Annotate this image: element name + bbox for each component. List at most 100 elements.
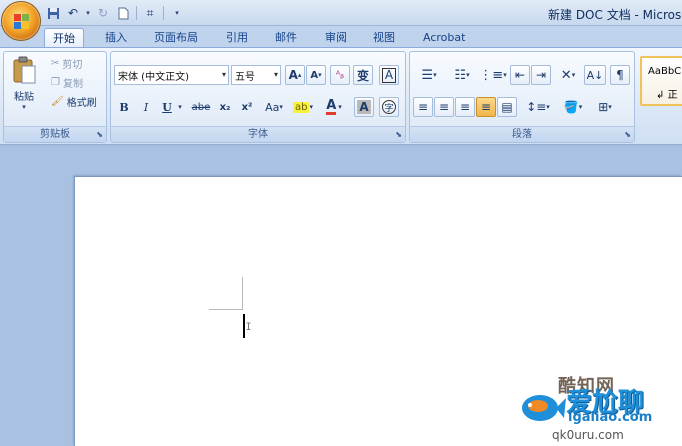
underline-button[interactable]: U [159,97,175,117]
line-spacing-button[interactable]: ↕≡ ▾ [523,97,553,117]
dialog-launcher-icon[interactable]: ⬊ [96,130,103,139]
tab-home[interactable]: 开始 [44,28,84,48]
distributed-button[interactable]: ▤ [497,97,517,117]
shrink-font-icon: A [310,69,319,81]
cut-button[interactable]: ✂ 剪切 [48,55,85,72]
tab-mailings[interactable]: 邮件 [275,28,297,48]
chevron-down-icon[interactable]: ▾ [274,66,278,84]
grow-font-button[interactable]: A ▴ [285,65,305,85]
margin-mark [242,277,243,309]
character-shading-icon: A [357,100,371,114]
shading-button[interactable]: 🪣 ▾ [558,97,588,117]
tab-references[interactable]: 引用 [226,28,248,48]
ribbon-tabs: 开始 插入 页面布局 引用 邮件 审阅 视图 Acrobat [0,26,682,48]
align-left-button[interactable]: ≡ [413,97,433,117]
office-button[interactable] [1,1,41,41]
change-case-button[interactable]: Aa ▾ [260,97,288,117]
ibeam-cursor-icon: ⵊ [246,322,252,333]
separator [163,6,164,20]
save-icon[interactable] [44,4,62,22]
text-cursor [243,314,245,338]
new-document-icon[interactable] [114,4,132,22]
highlighter-icon: ab [293,101,310,113]
borders-button[interactable]: ⊞ ▾ [590,97,620,117]
change-case-label: Aa [265,100,280,114]
strikethrough-button[interactable]: abe [189,97,213,117]
style-normal-tile[interactable]: AaBbC ↲ 正 [640,56,682,106]
increase-indent-button[interactable]: ⇥ [531,65,551,85]
sort-icon: A↓ [586,68,604,82]
subscript-button[interactable]: x₂ [215,97,235,117]
quick-access-toolbar: ↶ ▾ ↻ ⌗ ▾ [44,4,186,22]
font-group: 宋体 (中文正文) ▾ 五号 ▾ A ▴ A ▾ ᴬᵦ 变 A B I U ▾ ab… [110,51,406,143]
tab-insert[interactable]: 插入 [105,28,127,48]
highlight-button[interactable]: ab ▾ [289,97,317,117]
watermark-url-text: igaliao.com [568,410,653,425]
redo-icon[interactable]: ↻ [94,4,112,22]
superscript-button[interactable]: x² [237,97,257,117]
pin-icon[interactable]: ⌗ [141,4,159,22]
dialog-launcher-icon[interactable]: ⬊ [395,130,402,139]
numbering-button[interactable]: ☷ ▾ [446,65,478,85]
clipboard-group: 粘贴 ▾ ✂ 剪切 ❐ 复制 🖌 格式刷 剪贴板 ⬊ [3,51,107,143]
dropdown-icon[interactable]: ▾ [84,4,92,22]
separator [136,6,137,20]
tab-page-layout[interactable]: 页面布局 [154,28,198,48]
character-border-icon: A [381,67,397,83]
watermark-url2-text: qk0uru.com [552,428,624,442]
chinese-layout-button[interactable]: ✕ ▾ [554,65,582,85]
format-painter-button[interactable]: 🖌 格式刷 [48,93,100,110]
paragraph-group-label: 段落 [410,126,634,142]
phonetic-guide-button[interactable]: 变 [353,65,373,85]
italic-button[interactable]: I [136,97,156,117]
numbering-icon: ☷ [454,67,467,83]
decrease-indent-button[interactable]: ⇤ [510,65,530,85]
font-color-icon: A [326,97,337,115]
clear-formatting-button[interactable]: ᴬᵦ [330,65,350,85]
paste-button[interactable]: 粘贴 ▾ [6,54,42,112]
bullets-icon: ☰ [421,67,434,83]
paint-bucket-icon: 🪣 [563,100,579,114]
font-color-button[interactable]: A ▾ [319,97,349,117]
chevron-down-icon[interactable]: ▾ [222,66,226,84]
enclose-characters-button[interactable]: 字 [379,97,399,117]
bullets-button[interactable]: ☰ ▾ [413,65,445,85]
justify-button[interactable]: ≡ [476,97,496,117]
multilevel-list-icon: ⋮≡ [479,67,504,83]
customize-qat-icon[interactable]: ▾ [168,4,186,22]
clear-formatting-icon: ᴬᵦ [335,69,345,81]
multilevel-list-button[interactable]: ⋮≡ ▾ [479,65,507,85]
decrease-indent-icon: ⇤ [514,68,526,82]
copy-icon: ❐ [51,77,60,88]
undo-icon[interactable]: ↶ [64,4,82,22]
font-name-combo[interactable]: 宋体 (中文正文) ▾ [114,65,229,85]
copy-label: 复制 [62,79,83,90]
font-size-combo[interactable]: 五号 ▾ [231,65,281,85]
character-border-button[interactable]: A [379,65,399,85]
paste-label: 粘贴 [14,91,34,103]
clipboard-group-label: 剪贴板 [4,126,106,142]
copy-button[interactable]: ❐ 复制 [48,74,86,91]
cut-label: 剪切 [62,60,83,71]
align-right-button[interactable]: ≡ [455,97,475,117]
font-name-value: 宋体 (中文正文) [118,71,189,83]
scissors-icon: ✂ [51,58,60,69]
bold-button[interactable]: B [114,97,134,117]
tab-review[interactable]: 审阅 [325,28,347,48]
align-center-icon: ≡ [438,100,450,114]
shrink-font-button[interactable]: A ▾ [306,65,326,85]
character-shading-button[interactable]: A [354,97,374,117]
style-name: ↲ 正 [656,90,678,101]
ribbon: 粘贴 ▾ ✂ 剪切 ❐ 复制 🖌 格式刷 剪贴板 ⬊ 宋体 (中文正文) ▾ 五… [0,47,682,145]
style-preview: AaBbC [648,66,682,77]
show-marks-button[interactable]: ¶ [610,65,630,85]
watermark: 酷知网 爱尬聊 igaliao.com qk0uru.com [518,372,682,446]
chevron-down-icon[interactable]: ▾ [175,97,185,117]
tab-view[interactable]: 视图 [373,28,395,48]
dialog-launcher-icon[interactable]: ⬊ [624,130,631,139]
title-bar: ↶ ▾ ↻ ⌗ ▾ 新建 DOC 文档 - Microso [0,0,682,41]
chinese-layout-icon: ✕ [560,67,572,83]
sort-button[interactable]: A↓ [584,65,606,85]
align-center-button[interactable]: ≡ [434,97,454,117]
tab-acrobat[interactable]: Acrobat [423,28,465,48]
